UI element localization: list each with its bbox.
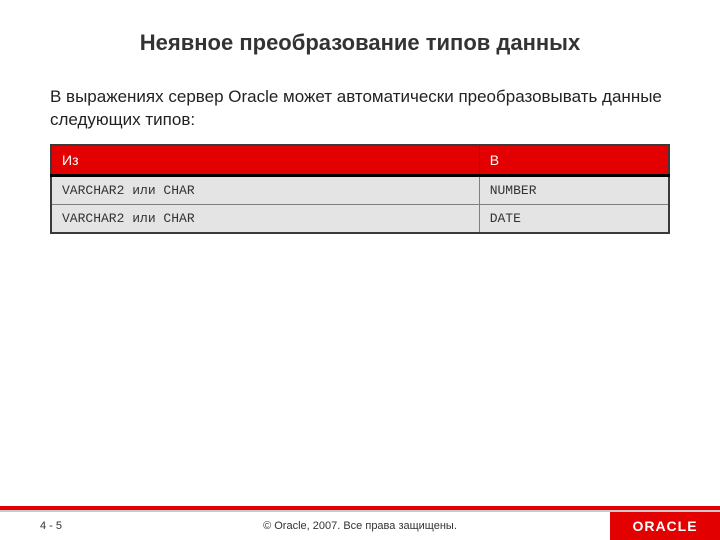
slide-body-text: В выражениях сервер Oracle может автомат… <box>0 86 720 144</box>
col-header-to: В <box>479 145 669 176</box>
table-row: VARCHAR2 или CHAR NUMBER <box>51 175 669 204</box>
page-number: 4 - 5 <box>40 520 62 532</box>
slide-title: Неявное преобразование типов данных <box>0 0 720 86</box>
cell-from: VARCHAR2 или CHAR <box>51 204 479 233</box>
conversion-table: Из В VARCHAR2 или CHAR NUMBER VARCHAR2 и… <box>50 144 670 234</box>
cell-from: VARCHAR2 или CHAR <box>51 175 479 204</box>
oracle-logo: ORACLE <box>610 512 720 540</box>
cell-to: NUMBER <box>479 175 669 204</box>
footer-content: 4 - 5 © Oracle, 2007. Все права защищены… <box>0 512 720 540</box>
table-header-row: Из В <box>51 145 669 176</box>
table-row: VARCHAR2 или CHAR DATE <box>51 204 669 233</box>
cell-to: DATE <box>479 204 669 233</box>
footer: 4 - 5 © Oracle, 2007. Все права защищены… <box>0 506 720 540</box>
col-header-from: Из <box>51 145 479 176</box>
